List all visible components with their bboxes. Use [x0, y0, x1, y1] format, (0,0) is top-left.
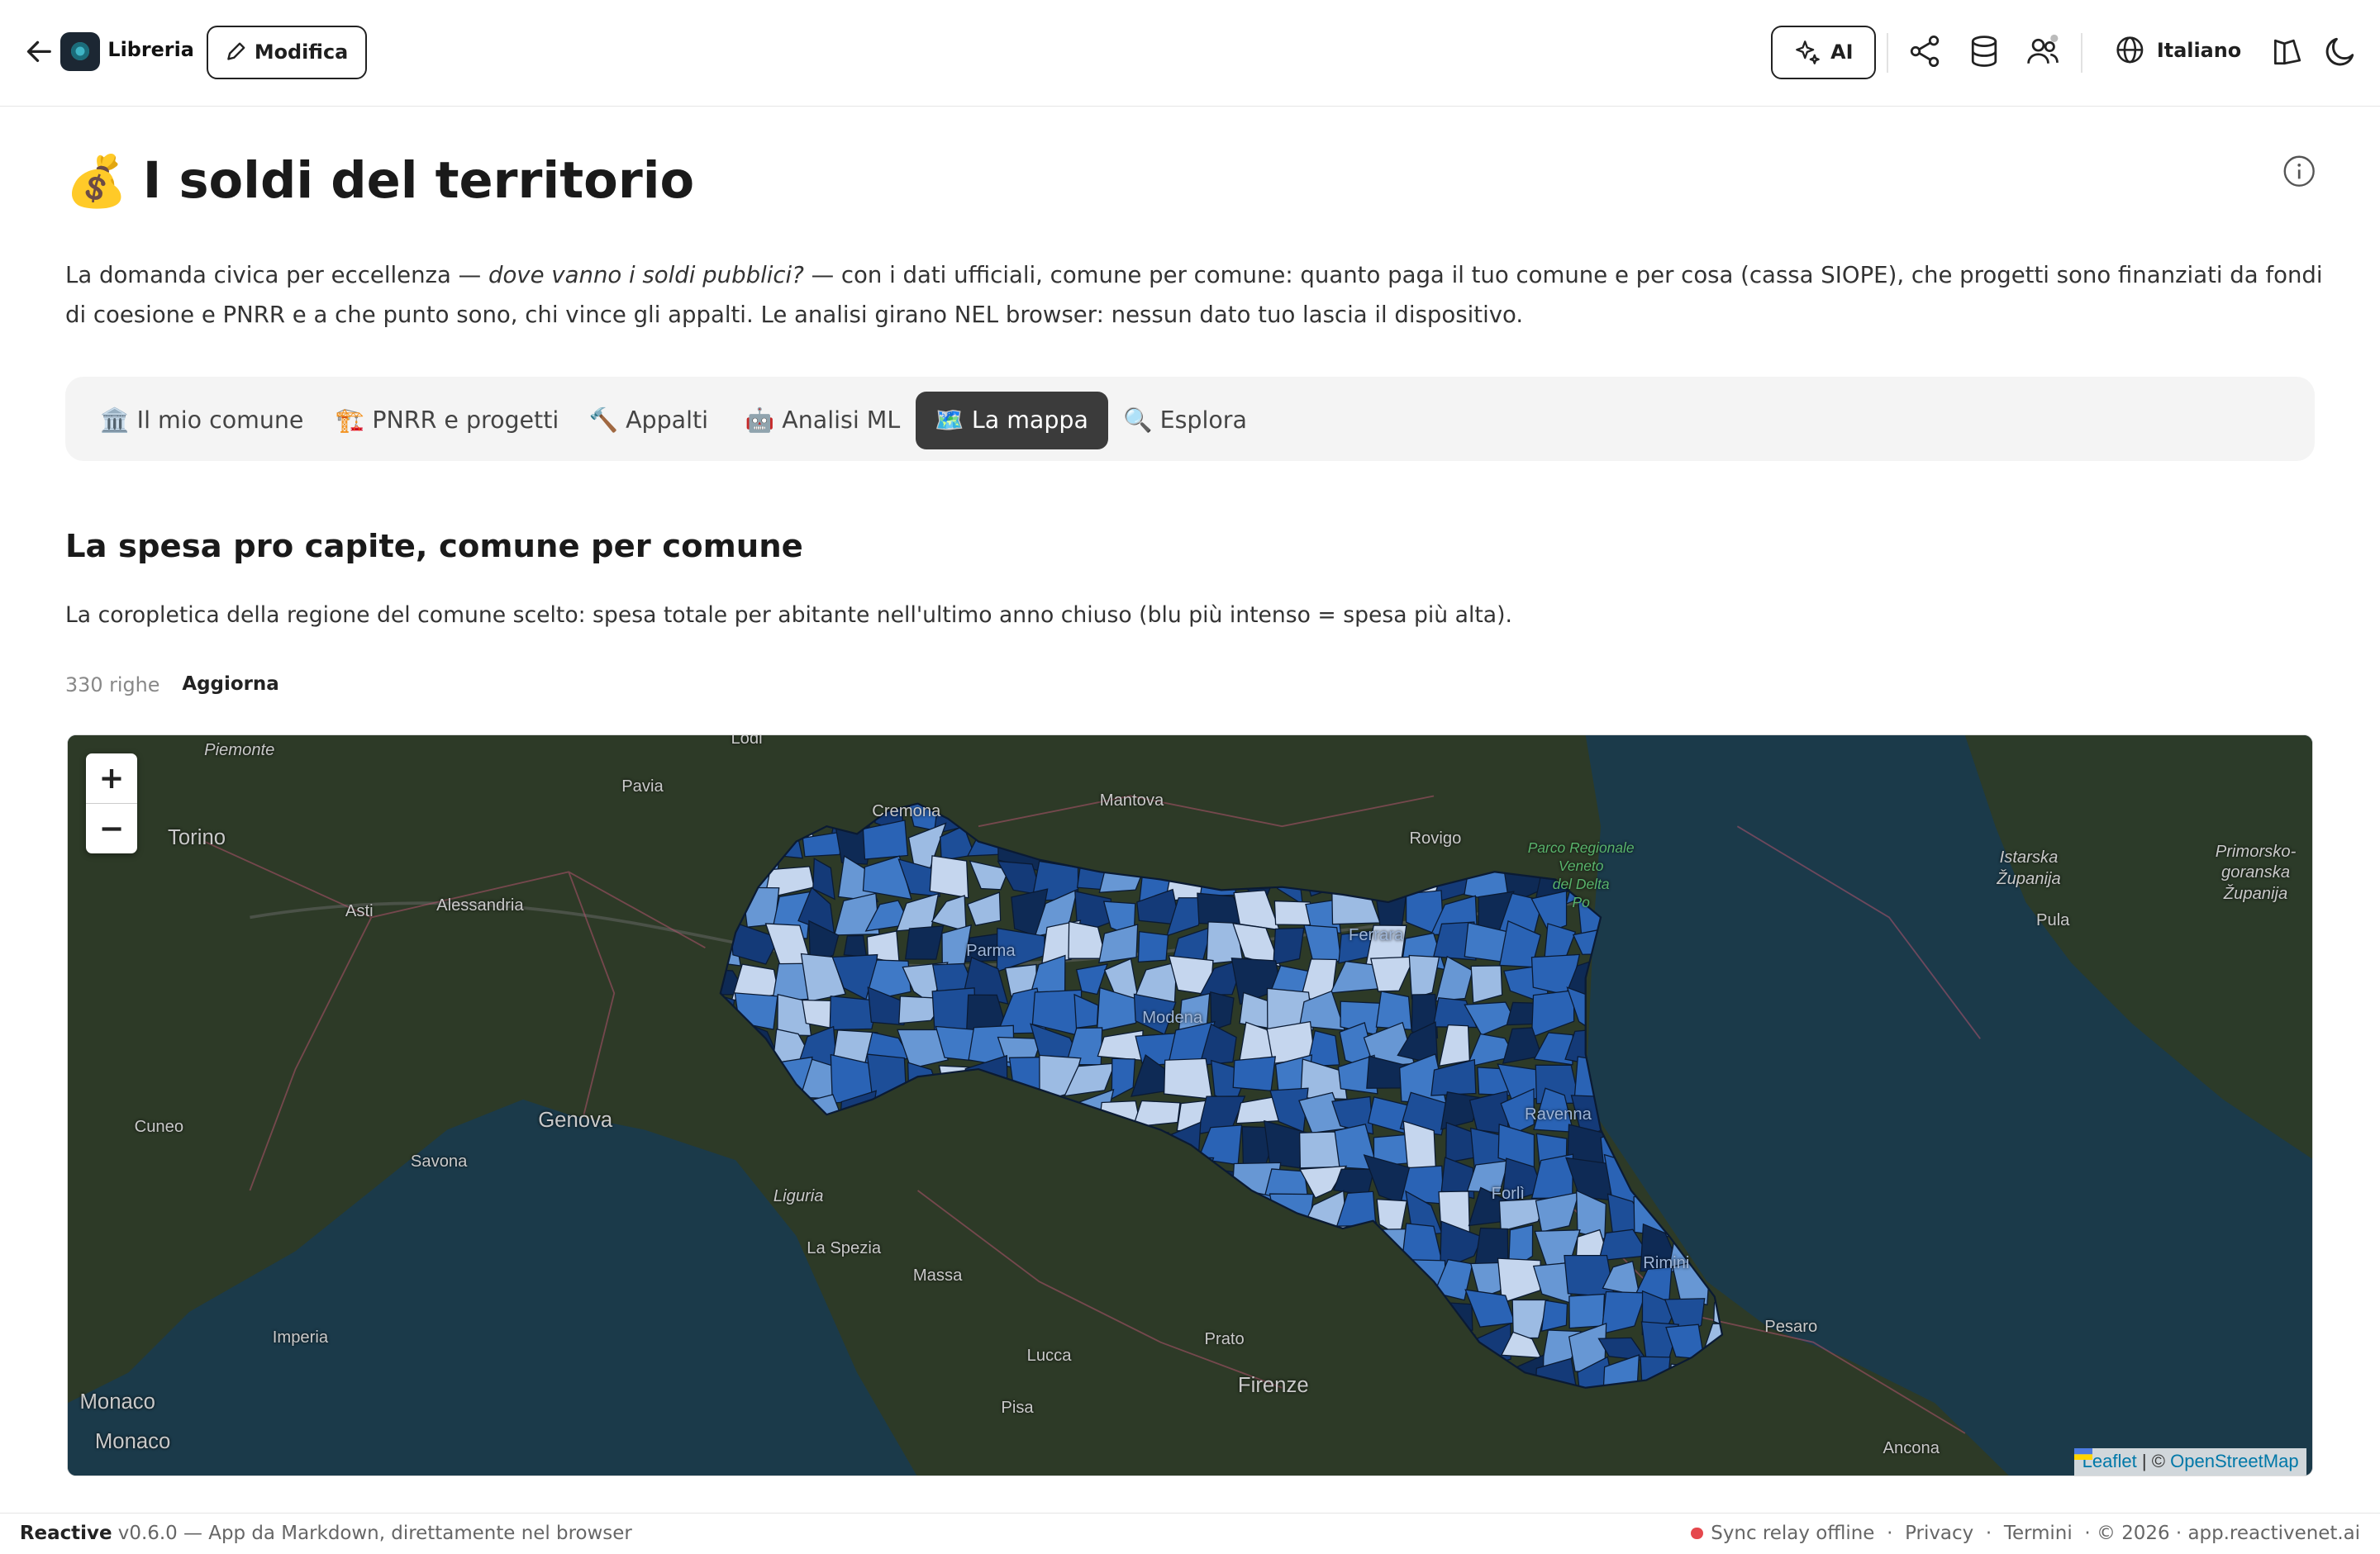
money-bag-icon: 💰: [64, 152, 128, 211]
choropleth-map[interactable]: Piemonte Torino Pavia Cremona Mantova Ro…: [66, 734, 2314, 1477]
map-label-piemonte: Piemonte: [204, 741, 275, 760]
municipality-polygon[interactable]: [1568, 1293, 1605, 1329]
map-label-la-spezia: La Spezia: [807, 1238, 882, 1257]
map-label-cuneo: Cuneo: [134, 1117, 184, 1136]
copyright: · © 2026 · app.reactivenet.ai: [2084, 1523, 2361, 1545]
map-label-pavia: Pavia: [621, 777, 664, 796]
map-label-forli: Forlì: [1491, 1184, 1525, 1203]
page-title-text: I soldi del territorio: [142, 152, 695, 211]
privacy-link[interactable]: Privacy: [1905, 1523, 1973, 1544]
map-label-pesaro: Pesaro: [1764, 1318, 1818, 1337]
header-divider: [2081, 33, 2082, 74]
map-label-cremona: Cremona: [872, 801, 941, 820]
map-label-monaco: Monaco: [79, 1390, 155, 1414]
municipality-polygon[interactable]: [1163, 1057, 1213, 1100]
app-logo[interactable]: [60, 31, 101, 72]
zoom-out-button[interactable]: −: [86, 804, 137, 854]
map-label-alessandria: Alessandria: [436, 896, 524, 915]
theme-palette-icon[interactable]: [2269, 33, 2306, 69]
users-icon[interactable]: [2025, 33, 2061, 69]
tab-analisi-ml[interactable]: 🤖 Analisi ML: [726, 392, 920, 449]
map-label-monaco-country: Monaco: [94, 1430, 171, 1454]
municipality-polygon[interactable]: [1232, 1056, 1276, 1091]
tab-appalti[interactable]: 🔨 Appalti: [569, 392, 728, 449]
map-label-modena: Modena: [1142, 1008, 1203, 1027]
map-attribution: Leaflet | © OpenStreetMap: [2074, 1447, 2306, 1476]
tab-esplora[interactable]: 🔍 Esplora: [1103, 392, 1267, 449]
map-label-pisa: Pisa: [1001, 1398, 1034, 1417]
language-label: Italiano: [2156, 38, 2242, 62]
footer: Reactive v0.6.0 — App da Markdown, diret…: [0, 1513, 2380, 1554]
sync-status: Sync relay offline: [1691, 1523, 1874, 1544]
map-label-ferrara: Ferrara: [1348, 926, 1404, 945]
map-label-ancona: Ancona: [1883, 1439, 1940, 1458]
language-selector[interactable]: Italiano: [2115, 35, 2242, 65]
map-label-liguria: Liguria: [773, 1187, 824, 1206]
municipality-polygon[interactable]: [904, 925, 945, 960]
map-label-mantova: Mantova: [1099, 791, 1164, 810]
dark-mode-moon-icon[interactable]: [2322, 33, 2359, 69]
status-dot-icon: [1691, 1527, 1704, 1540]
edit-button-label: Modifica: [254, 40, 349, 64]
municipality-polygon[interactable]: [1137, 930, 1169, 963]
openstreetmap-link[interactable]: OpenStreetMap: [2170, 1451, 2299, 1471]
map-label-ravenna: Ravenna: [1525, 1105, 1592, 1124]
header-divider: [1887, 33, 1888, 74]
tab-la-mappa[interactable]: 🗺️ La mappa: [915, 391, 1108, 449]
municipality-polygon[interactable]: [929, 855, 969, 899]
map-label-rimini: Rimini: [1643, 1254, 1690, 1273]
map-label-istarska: Istarska Županija: [1997, 848, 2061, 888]
map-label-rovigo: Rovigo: [1409, 829, 1462, 848]
back-arrow-icon[interactable]: [24, 36, 55, 67]
tab-pnrr-e-progetti[interactable]: 🏗️ PNRR e progetti: [316, 392, 578, 449]
section-title: La spesa pro capite, comune per comune: [64, 528, 803, 566]
ai-button-label: AI: [1830, 40, 1854, 64]
ai-button[interactable]: AI: [1771, 26, 1877, 79]
pencil-icon: [227, 42, 245, 61]
refresh-button[interactable]: Aggiorna: [182, 673, 278, 695]
footer-right: Sync relay offline · Privacy · Termini ·…: [1691, 1523, 2360, 1544]
map-label-primorsko-goranska: Primorsko- goranska Županija: [2215, 842, 2297, 903]
map-label-parco-delta-po: Parco Regionale Veneto del Delta Po: [1527, 839, 1635, 910]
map-label-torino: Torino: [168, 826, 226, 850]
map-label-asti: Asti: [345, 901, 374, 920]
footer-brand: Reactive: [19, 1523, 112, 1545]
zoom-in-button[interactable]: +: [85, 753, 138, 804]
map-label-parma: Parma: [966, 941, 1016, 960]
sparkles-icon: [1796, 40, 1820, 64]
intro-paragraph: La domanda civica per eccellenza — dove …: [64, 262, 2323, 329]
row-count: 330 righe: [64, 673, 160, 697]
municipality-polygon[interactable]: [1564, 1254, 1616, 1298]
edit-button[interactable]: Modifica: [206, 26, 368, 79]
map-label-lucca: Lucca: [1026, 1347, 1072, 1366]
top-bar: Libreria Modifica AI Italiano: [0, 0, 2380, 107]
municipality-polygon[interactable]: [1273, 927, 1305, 966]
database-icon[interactable]: [1966, 33, 2002, 69]
tab-il-mio-comune[interactable]: 🏛️ Il mio comune: [80, 392, 323, 449]
section-description: La coropletica della regione del comune …: [64, 602, 1512, 629]
page-title: 💰 I soldi del territorio: [65, 152, 694, 211]
footer-version: v0.6.0 — App da Markdown, direttamente n…: [112, 1523, 632, 1545]
map-label-firenze: Firenze: [1237, 1374, 1309, 1398]
municipality-polygon[interactable]: [843, 934, 868, 958]
brand-label[interactable]: Libreria: [107, 38, 193, 61]
tab-bar: 🏛️ Il mio comune 🏗️ PNRR e progetti 🔨 Ap…: [64, 376, 2315, 462]
municipality-polygon[interactable]: [1375, 991, 1412, 1030]
map-label-massa: Massa: [912, 1266, 963, 1285]
share-icon[interactable]: [1906, 33, 1943, 69]
map-label-savona: Savona: [410, 1152, 468, 1171]
zoom-control: + −: [85, 753, 138, 854]
terms-link[interactable]: Termini: [2004, 1523, 2073, 1544]
map-label-pula: Pula: [2036, 911, 2070, 929]
info-icon[interactable]: [2282, 154, 2316, 188]
map-label-prato: Prato: [1204, 1329, 1245, 1348]
map-label-lodi: Lodi: [731, 734, 763, 748]
footer-left: Reactive v0.6.0 — App da Markdown, diret…: [20, 1523, 632, 1544]
ukraine-flag-icon: [2074, 1447, 2093, 1461]
globe-icon: [2116, 36, 2143, 64]
map-label-imperia: Imperia: [272, 1328, 329, 1347]
map-label-genova: Genova: [538, 1108, 613, 1132]
